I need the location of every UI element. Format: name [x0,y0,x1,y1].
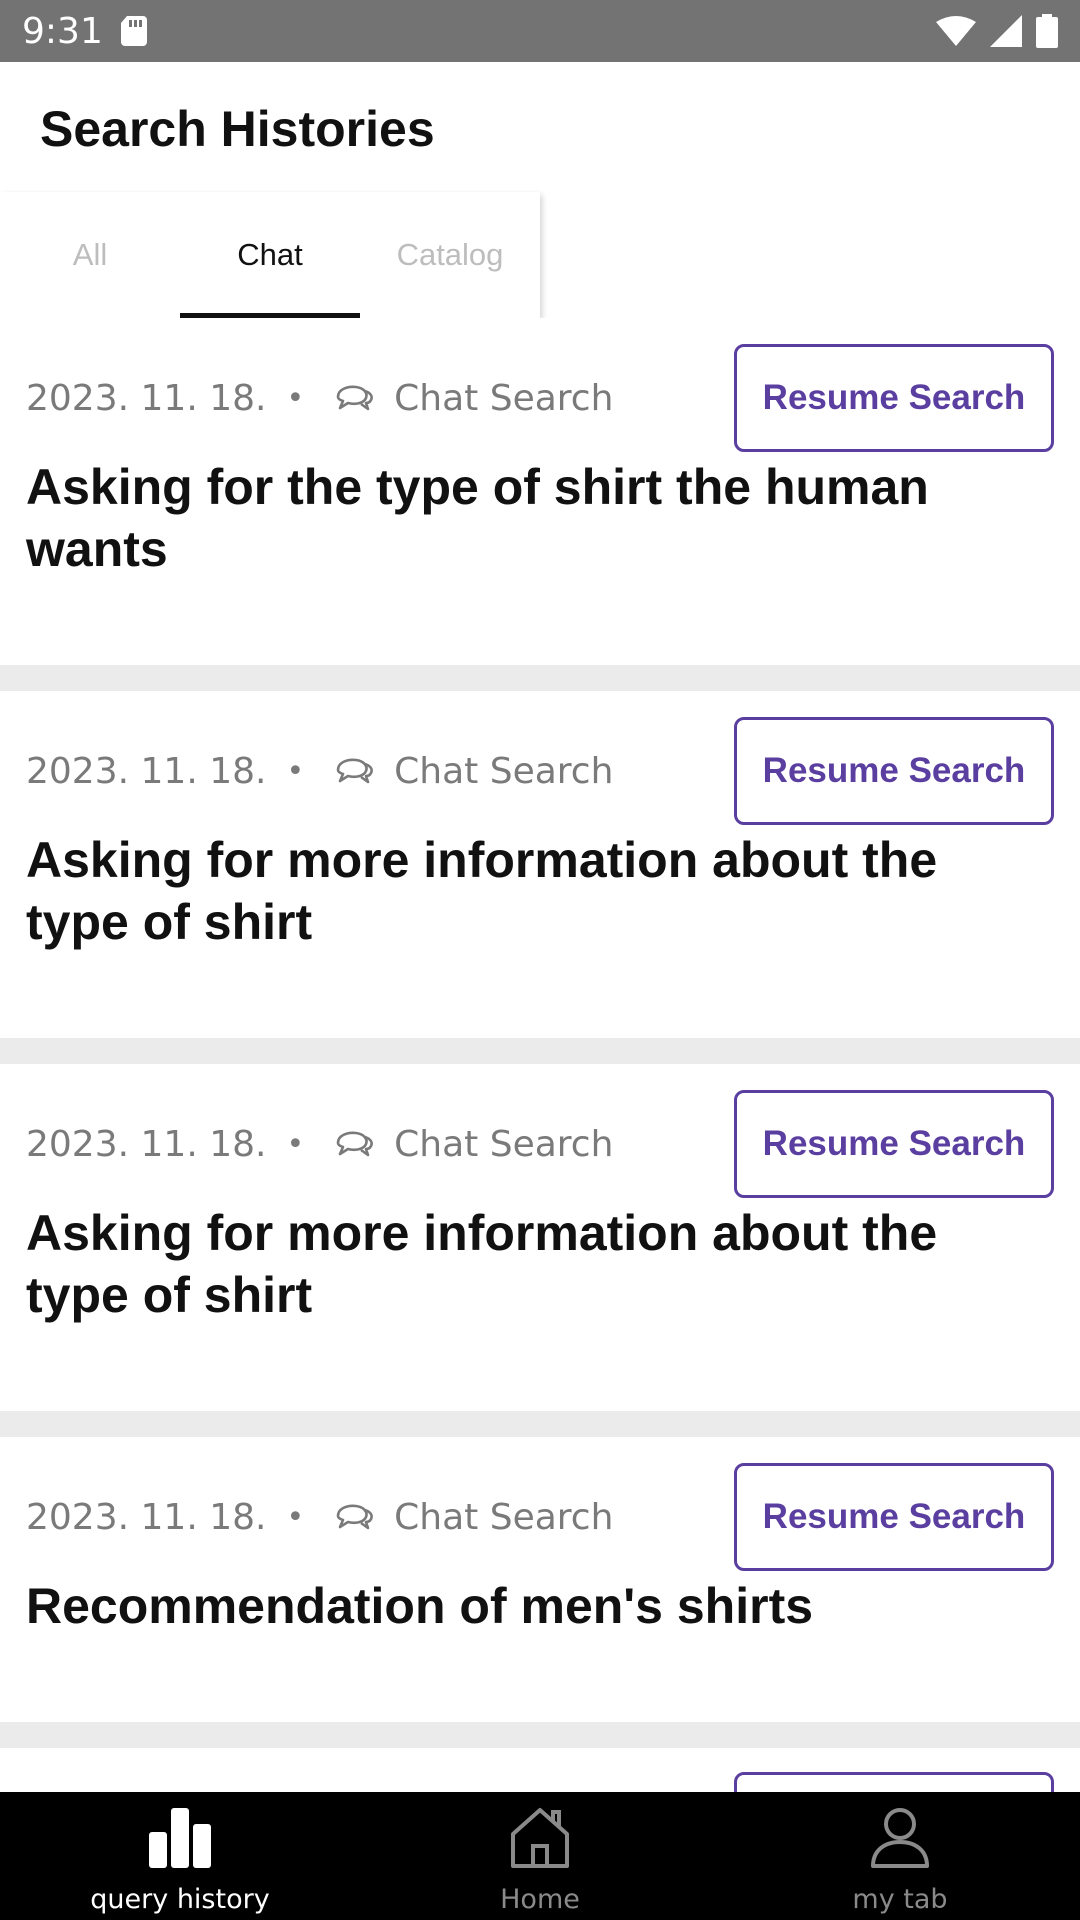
resume-search-button[interactable]: Resume Search [734,717,1054,825]
card-title[interactable]: Recommendation of men's shirts [26,1575,1036,1637]
card-search-type: Chat Search [394,1123,614,1165]
meta-separator: • [286,1499,305,1535]
chat-bubbles-icon [336,758,374,784]
nav-label: my tab [852,1884,948,1915]
card-meta: 2023. 11. 18. • Chat Search [26,1114,613,1174]
card-title[interactable]: Asking for the type of shirt the human w… [26,456,1036,580]
card-title[interactable]: Asking for more information about the ty… [26,829,1036,953]
page-title: Search Histories [40,101,435,157]
status-time: 9:31 [22,10,103,52]
card-date: 2023. 11. 18. [26,1496,267,1538]
card-date: 2023. 11. 18. [26,750,267,792]
tab-all[interactable]: All [0,192,180,318]
signal-icon [990,15,1022,47]
home-icon [511,1808,569,1868]
bar-chart-icon [149,1808,211,1868]
card-meta: 2023. 11. 18. • Chat Search [26,1487,613,1547]
card-title[interactable]: Asking for more information about the ty… [26,1202,1036,1326]
card-search-type: Chat Search [394,377,614,419]
nav-home[interactable]: Home [360,1792,720,1920]
resume-search-button[interactable]: Resume Search [734,344,1054,452]
nav-label: query history [90,1884,270,1915]
meta-separator: • [286,380,305,416]
tab-catalog[interactable]: Catalog [360,192,540,318]
resume-search-button-partial[interactable] [734,1772,1054,1792]
history-card-partial[interactable] [0,1748,1080,1792]
battery-icon [1036,14,1058,48]
header: Search Histories [0,62,1080,192]
tab-chat[interactable]: Chat [180,192,360,318]
person-icon [871,1808,929,1868]
chat-bubbles-icon [336,1504,374,1530]
status-bar: 9:31 [0,0,1080,62]
card-date: 2023. 11. 18. [26,1123,267,1165]
tab-bar: All Chat Catalog [0,192,540,318]
nav-query-history[interactable]: query history [0,1792,360,1920]
card-search-type: Chat Search [394,750,614,792]
card-search-type: Chat Search [394,1496,614,1538]
resume-search-button[interactable]: Resume Search [734,1090,1054,1198]
card-meta: 2023. 11. 18. • Chat Search [26,368,613,428]
history-card[interactable]: 2023. 11. 18. • Chat Search Resume Searc… [0,1064,1080,1411]
meta-separator: • [286,753,305,789]
history-card[interactable]: 2023. 11. 18. • Chat Search Resume Searc… [0,691,1080,1038]
card-meta: 2023. 11. 18. • Chat Search [26,741,613,801]
chat-bubbles-icon [336,1131,374,1157]
bottom-nav: query history Home my tab [0,1792,1080,1920]
meta-separator: • [286,1126,305,1162]
nav-my-tab[interactable]: my tab [720,1792,1080,1920]
history-list[interactable]: 2023. 11. 18. • Chat Search Resume Searc… [0,318,1080,1792]
history-card[interactable]: 2023. 11. 18. • Chat Search Resume Searc… [0,1437,1080,1722]
nav-label: Home [500,1884,580,1915]
chat-bubbles-icon [336,385,374,411]
sd-card-icon [120,16,147,46]
history-card[interactable]: 2023. 11. 18. • Chat Search Resume Searc… [0,318,1080,665]
card-date: 2023. 11. 18. [26,377,267,419]
wifi-icon [936,16,976,46]
resume-search-button[interactable]: Resume Search [734,1463,1054,1571]
